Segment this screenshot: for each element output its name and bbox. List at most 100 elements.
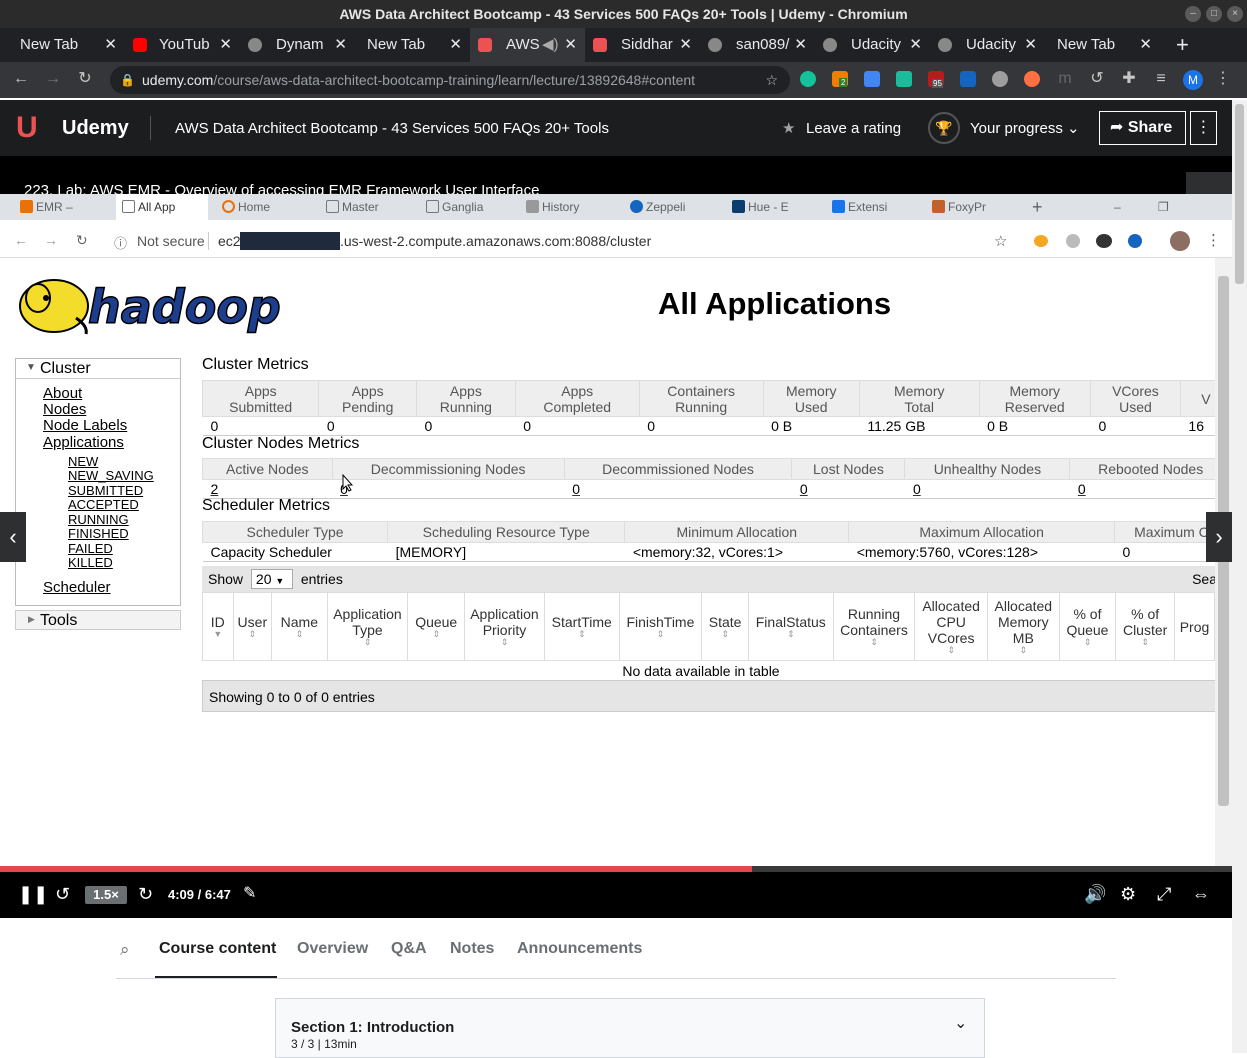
column-header[interactable]: User ⇕ xyxy=(232,592,273,661)
forward-icon[interactable]: ↻ xyxy=(138,884,153,904)
tools-nav-header[interactable]: ▶ Tools xyxy=(15,610,181,630)
nav-app-state[interactable]: SUBMITTED xyxy=(68,483,143,498)
column-header[interactable]: Application Type ⇕ xyxy=(326,592,409,661)
nav-app-state[interactable]: ACCEPTED xyxy=(68,497,139,512)
nav-app-state[interactable]: FAILED xyxy=(68,541,113,556)
close-tab-icon[interactable]: ✕ xyxy=(564,28,577,62)
column-header[interactable]: Allocated CPU VCores ⇕ xyxy=(914,592,988,661)
menu-icon[interactable]: ⋮ xyxy=(1214,70,1232,88)
nav-nodes[interactable]: Nodes xyxy=(43,401,86,418)
previous-lecture-button[interactable]: ‹ xyxy=(0,512,26,562)
docs-icon[interactable] xyxy=(864,71,880,87)
extension-icon[interactable]: 2 xyxy=(832,71,848,87)
history-icon[interactable]: ↺ xyxy=(1088,70,1106,88)
browser-tab[interactable]: Udacity ✕ xyxy=(815,28,930,62)
more-options-button[interactable]: ⋮ xyxy=(1190,111,1217,145)
settings-icon[interactable]: ⚙ xyxy=(1120,884,1136,904)
media-control-icon[interactable]: ≡ xyxy=(1152,70,1170,88)
browser-tab[interactable]: Dynam ✕ xyxy=(240,28,355,62)
browser-tab[interactable]: san089/✕ xyxy=(700,28,815,62)
puzzle-icon[interactable]: ✚ xyxy=(1120,70,1138,88)
your-progress-button[interactable]: Your progress ⌄ xyxy=(970,119,1080,137)
column-header[interactable]: Running Containers ⇕ xyxy=(832,592,916,661)
course-title[interactable]: AWS Data Architect Bootcamp - 43 Service… xyxy=(175,120,609,137)
pause-icon[interactable]: ❚❚ xyxy=(18,884,48,904)
browser-tab[interactable]: YouTub ✕ xyxy=(125,28,240,62)
tab-overview[interactable]: Overview xyxy=(297,940,368,958)
section-accordion[interactable]: Section 1: Introduction 3 / 3 | 13min ⌄ xyxy=(275,998,985,1058)
close-tab-icon[interactable]: ✕ xyxy=(1024,28,1037,62)
notes-icon[interactable]: ✎ xyxy=(243,884,256,904)
theater-mode-icon[interactable]: ⇔ xyxy=(1192,884,1210,904)
browser-tab[interactable]: New Tab ✕ xyxy=(0,28,125,62)
extension-icon[interactable]: m xyxy=(1056,70,1074,88)
udemy-logo[interactable]: Udemy xyxy=(62,117,129,140)
browser-tab[interactable]: Siddhar ✕ xyxy=(585,28,700,62)
reload-icon[interactable]: ↻ xyxy=(76,70,94,88)
nav-about[interactable]: About xyxy=(43,385,82,402)
node-metric-link[interactable]: 0 xyxy=(791,479,905,499)
chevron-down-icon[interactable]: ⌄ xyxy=(954,1013,967,1033)
browser-tab[interactable]: New Tab ✕ xyxy=(1045,28,1160,62)
node-metric-link[interactable]: 2 xyxy=(202,479,333,499)
share-button[interactable]: ➦ Share xyxy=(1099,111,1186,145)
grammarly-icon[interactable] xyxy=(800,71,816,87)
address-bar[interactable]: 🔒 udemy.com/course/aws-data-architect-bo… xyxy=(110,66,790,94)
next-lecture-button[interactable]: › xyxy=(1206,512,1232,562)
close-tab-icon[interactable]: ✕ xyxy=(679,28,692,62)
tab-course-content[interactable]: Course content xyxy=(159,940,276,958)
close-window-button[interactable]: × xyxy=(1227,6,1243,22)
tab-notes[interactable]: Notes xyxy=(450,940,494,958)
new-tab-button[interactable]: + xyxy=(1170,28,1200,62)
forward-icon[interactable]: → xyxy=(44,70,62,88)
bookmark-star-icon[interactable]: ☆ xyxy=(765,66,778,94)
close-tab-icon[interactable]: ✕ xyxy=(794,28,807,62)
tab-announcements[interactable]: Announcements xyxy=(517,940,642,958)
column-header[interactable]: StartTime ⇕ xyxy=(543,592,620,661)
page-scrollbar[interactable] xyxy=(1232,100,1247,1053)
close-tab-icon[interactable]: ✕ xyxy=(1139,28,1152,62)
column-header[interactable]: Queue ⇕ xyxy=(407,592,466,661)
column-header[interactable]: Application Priority ⇕ xyxy=(464,592,545,661)
tab-qa[interactable]: Q&A xyxy=(391,940,427,958)
search-icon[interactable]: ⌕ xyxy=(120,940,130,960)
column-header[interactable]: FinishTime ⇕ xyxy=(618,592,703,661)
leave-rating-link[interactable]: Leave a rating xyxy=(806,120,901,137)
close-tab-icon[interactable]: ✕ xyxy=(104,28,117,62)
nav-scheduler[interactable]: Scheduler xyxy=(43,579,111,596)
extension-icon[interactable] xyxy=(960,71,976,87)
playback-speed-button[interactable]: 1.5× xyxy=(85,886,127,904)
column-header[interactable]: FinalStatus ⇕ xyxy=(747,592,834,661)
maximize-button[interactable]: □ xyxy=(1206,6,1222,22)
nav-app-state[interactable]: RUNNING xyxy=(68,512,129,527)
extension-icon[interactable] xyxy=(992,71,1008,87)
node-metric-link[interactable]: 0 xyxy=(904,479,1070,499)
profile-avatar[interactable]: M xyxy=(1183,70,1203,90)
node-metric-link[interactable]: 0 xyxy=(332,479,565,499)
node-metric-link[interactable]: 0 xyxy=(1069,479,1215,499)
nav-node-labels[interactable]: Node Labels xyxy=(43,417,127,434)
minimize-button[interactable]: – xyxy=(1185,6,1201,22)
column-header[interactable]: % of Cluster ⇕ xyxy=(1115,592,1175,661)
volume-icon[interactable]: 🔊 xyxy=(1084,884,1106,904)
browser-tab-active[interactable]: AWS ◀) ✕ xyxy=(470,28,585,62)
extension-icon[interactable] xyxy=(896,71,912,87)
nav-applications[interactable]: Applications xyxy=(43,434,124,451)
column-header[interactable]: State ⇕ xyxy=(701,592,749,661)
back-icon[interactable]: ← xyxy=(12,70,30,88)
nav-app-state[interactable]: KILLED xyxy=(68,555,113,570)
scrollbar-thumb[interactable] xyxy=(1235,104,1244,284)
extension-icon[interactable] xyxy=(1024,71,1040,87)
column-header[interactable]: ID ▼ xyxy=(202,592,234,661)
browser-tab[interactable]: Udacity ✕ xyxy=(930,28,1045,62)
ublock-icon[interactable]: 95 xyxy=(928,71,944,88)
nav-app-state[interactable]: NEW xyxy=(68,454,98,469)
cluster-nav-header[interactable]: ▼ Cluster xyxy=(16,359,180,379)
close-tab-icon[interactable]: ✕ xyxy=(449,28,462,62)
udemy-logo-icon[interactable]: U xyxy=(16,113,56,144)
entries-select[interactable]: 20 ▼ xyxy=(250,569,293,589)
column-header[interactable]: Prog xyxy=(1173,592,1215,661)
close-tab-icon[interactable]: ✕ xyxy=(334,28,347,62)
column-header[interactable]: Allocated Memory MB ⇕ xyxy=(986,592,1060,661)
nav-app-state[interactable]: NEW_SAVING xyxy=(68,468,154,483)
